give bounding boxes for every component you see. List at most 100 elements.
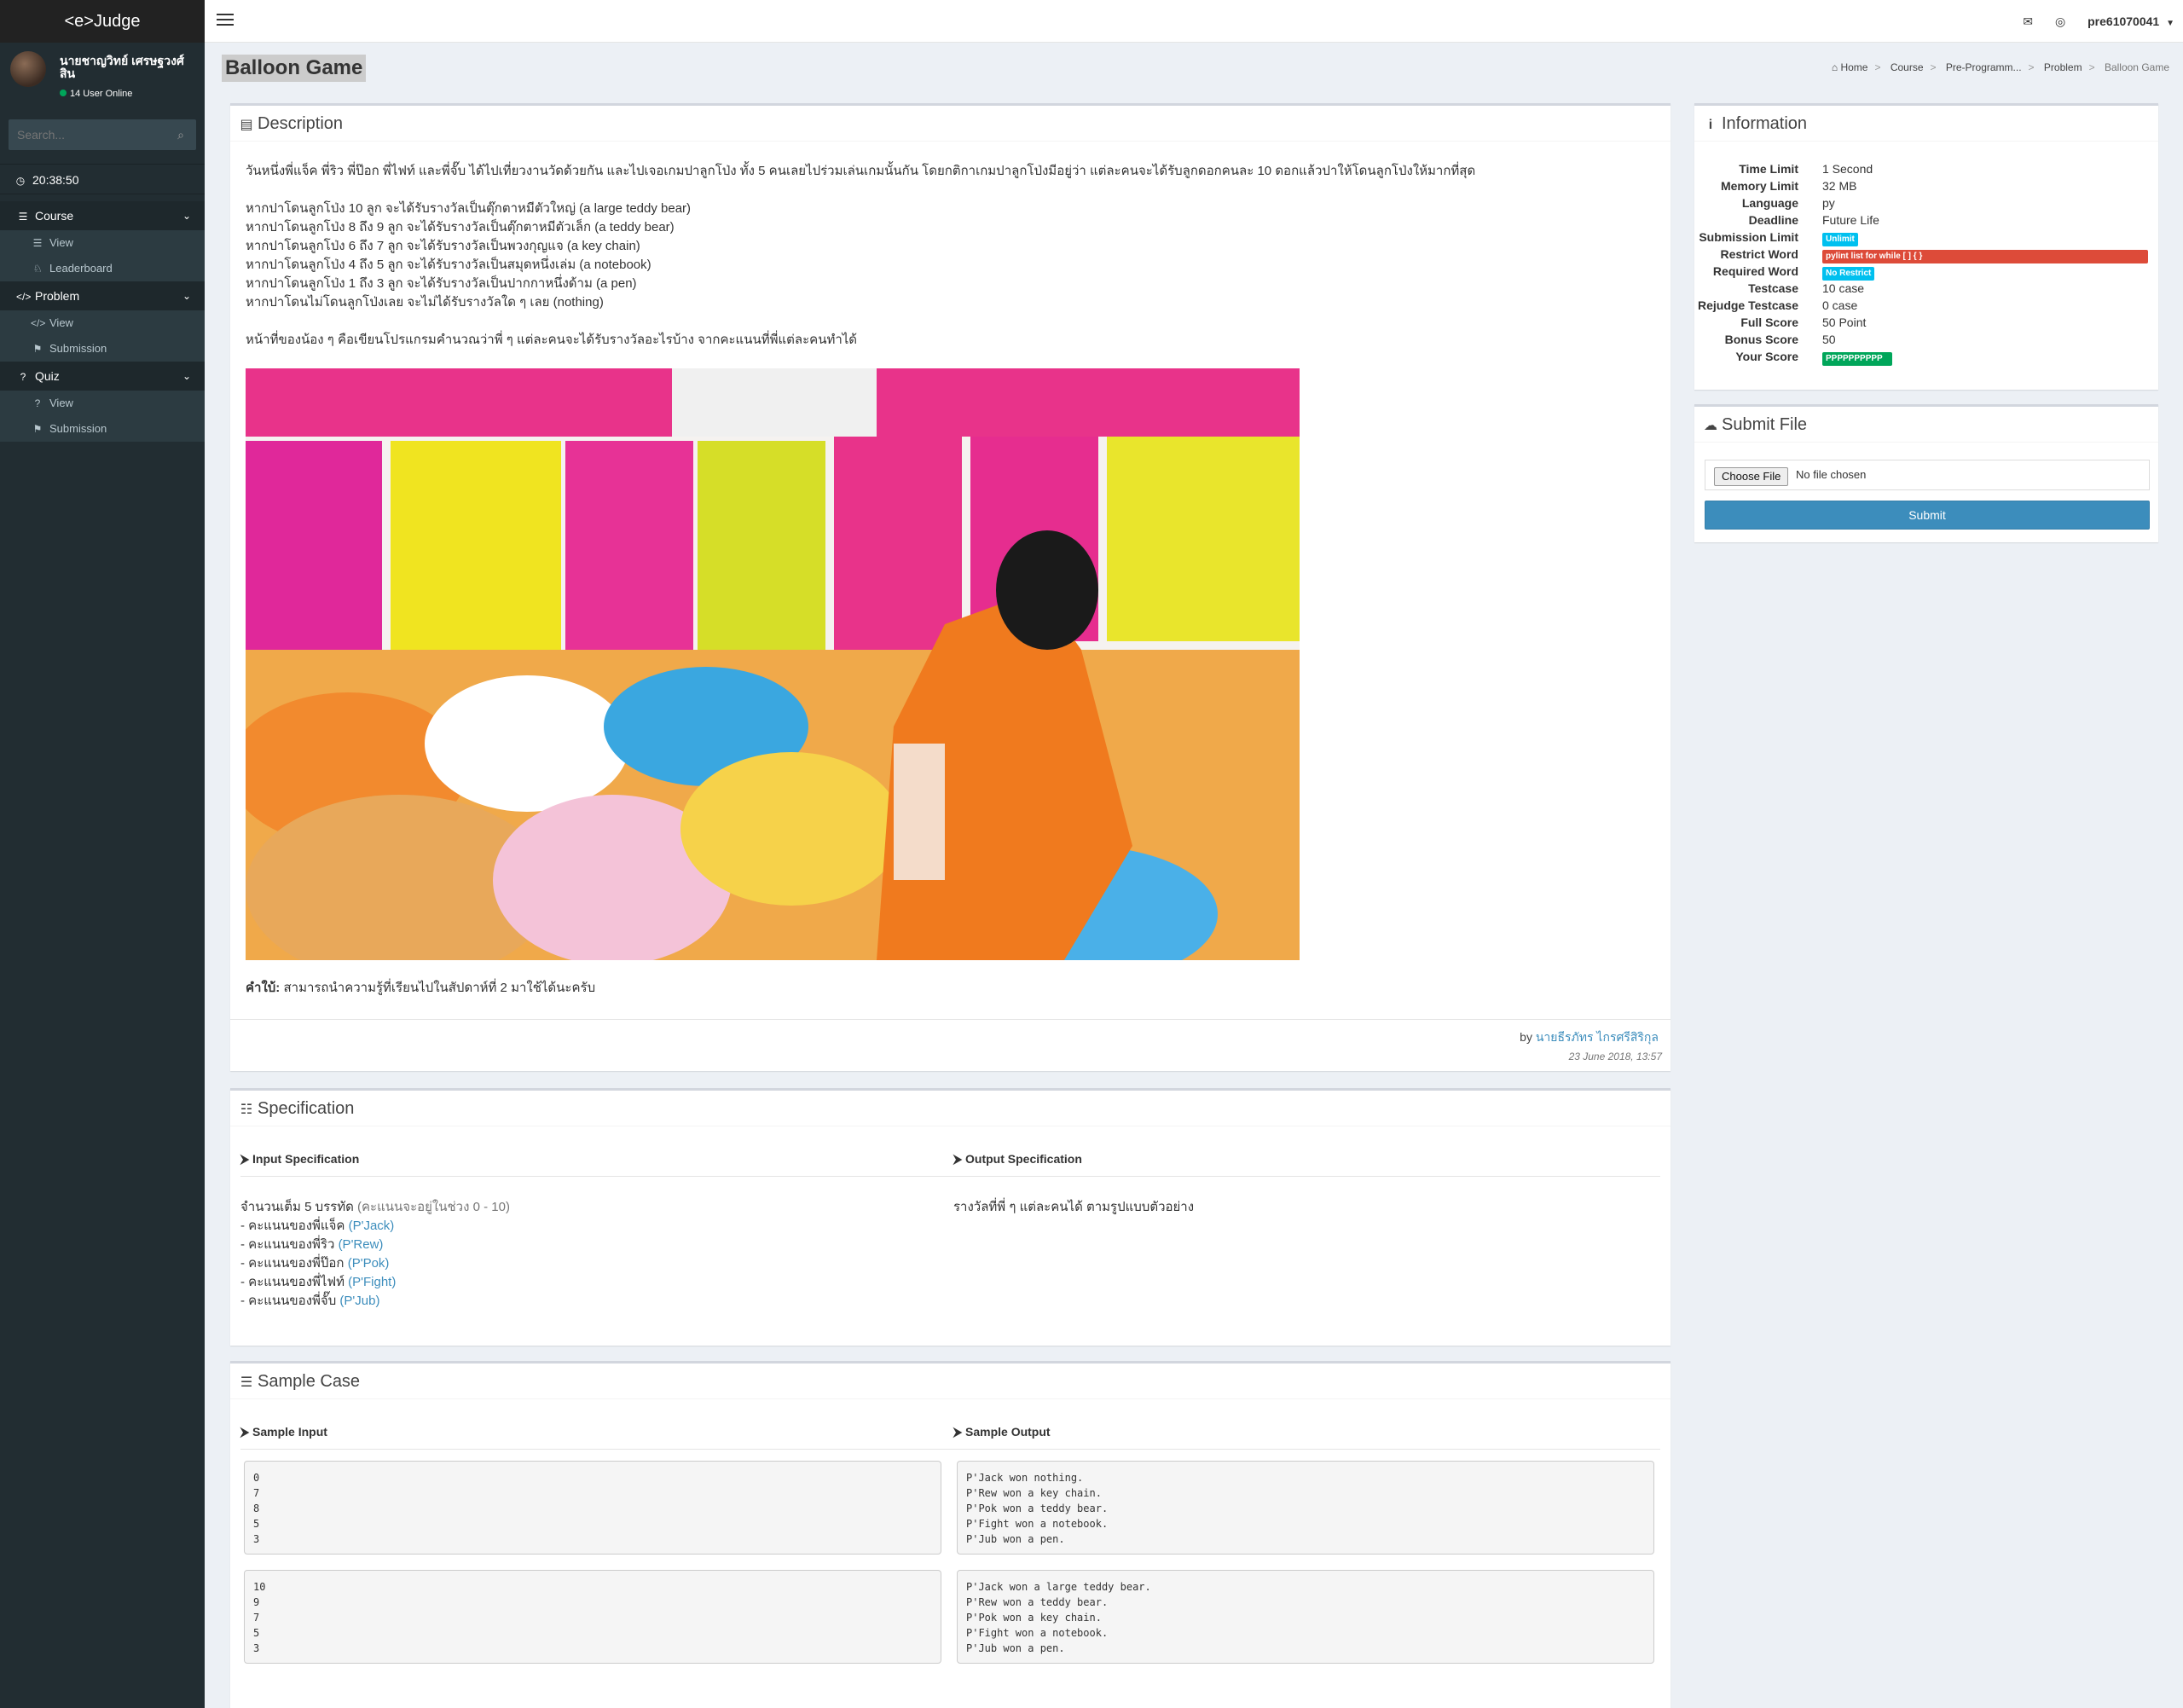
description-intro: วันหนึ่งพี่แจ็ค พี่ริว พี่ป๊อก พี่ไฟท์ แ…: [246, 164, 1476, 178]
caret-down-icon: ▼: [2166, 19, 2174, 28]
info-row-restrict-word: Restrict Word pylint list for while [ ] {…: [1694, 247, 2148, 264]
breadcrumb-pre-programming[interactable]: Pre-Programm...: [1946, 61, 2022, 73]
top-navbar: ✉ ◎ pre61070041 ▼: [205, 0, 2183, 43]
list-alt-icon: ▤: [240, 118, 253, 132]
hamburger-menu-icon[interactable]: [217, 14, 234, 29]
by-label: by: [1520, 1030, 1532, 1044]
info-value: 1 Second: [1822, 162, 1873, 176]
rules-list: หากปาโดนลูกโป่ง 10 ลูก จะได้รับรางวัลเป็…: [246, 200, 1655, 312]
code-icon: </>: [16, 291, 32, 303]
required-word-badge: No Restrict: [1822, 267, 1875, 281]
breadcrumb-problem[interactable]: Problem: [2044, 61, 2082, 73]
sample-output-1[interactable]: P'Jack won nothing. P'Rew won a key chai…: [957, 1461, 1654, 1555]
online-count: 14 User Online: [70, 89, 133, 99]
post-date: 23 June 2018, 13:57: [1568, 1051, 1662, 1062]
submit-file-header: ☁ Submit File: [1694, 407, 2158, 443]
info-row-memory-limit: Memory Limit 32 MB: [1694, 179, 2138, 196]
output-spec-label: Output Specification: [965, 1152, 1082, 1166]
user-menu[interactable]: pre61070041 ▼: [2087, 14, 2174, 28]
menu-problem[interactable]: </> Problem ⌄: [0, 281, 205, 310]
list-ol-icon: ☰: [240, 1375, 253, 1390]
input-item: - คะแนนของพี่จั๊บ: [240, 1294, 337, 1308]
input-item-name: (P'Jub): [339, 1294, 380, 1308]
specification-box: ☷ Specification ⮞ Input Specification ⮞ O…: [230, 1088, 1671, 1346]
submit-button[interactable]: Submit: [1705, 501, 2150, 530]
description-box: ▤ Description วันหนึ่งพี่แจ็ค พี่ริว พี่ป…: [230, 103, 1671, 1071]
info-icon: i: [1708, 118, 1713, 132]
course-icon: ☰: [18, 211, 28, 223]
sample-input-2[interactable]: 10 9 7 5 3: [244, 1570, 941, 1664]
info-value: 50: [1822, 333, 1836, 346]
menu-item-label: Leaderboard: [49, 262, 113, 275]
app-logo[interactable]: <e>Judge: [0, 0, 205, 43]
info-value: 50 Point: [1822, 316, 1867, 329]
info-row-testcase: Testcase 10 case: [1694, 281, 2138, 298]
online-status: 14 User Online: [60, 89, 132, 99]
menu-quiz-view[interactable]: ? View: [0, 391, 205, 416]
sample-output-2[interactable]: P'Jack won a large teddy bear. P'Rew won…: [957, 1570, 1654, 1664]
flag-icon: ⚑: [32, 423, 43, 435]
description-title: Description: [258, 114, 344, 133]
info-row-language: Language py: [1694, 196, 2138, 213]
input-spec-text: จำนวนเต็ม 5 บรรทัด (คะแนนจะอยู่ในช่วง 0 …: [240, 1198, 923, 1311]
search-input[interactable]: [9, 119, 164, 150]
globe-icon[interactable]: ◎: [2055, 14, 2065, 28]
sample-output-heading: ⮞ Sample Output: [953, 1425, 1051, 1439]
output-spec-text: รางวัลที่พี่ ๆ แต่ละคนได้ ตามรูปแบบตัวอย…: [953, 1200, 1195, 1214]
file-input[interactable]: Choose File No file chosen: [1705, 460, 2150, 490]
description-header: ▤ Description: [230, 106, 1671, 142]
menu-item-label: View: [49, 397, 73, 409]
info-key: Memory Limit: [1720, 179, 1798, 193]
page-title: Balloon Game: [222, 55, 367, 82]
description-divider: [230, 1019, 1671, 1020]
sample-input-label: Sample Input: [252, 1425, 327, 1439]
author-link[interactable]: นายธีรภัทร ไกรศรีสิริกุล: [1536, 1030, 1659, 1044]
sample-input-1[interactable]: 0 7 8 5 3: [244, 1461, 941, 1555]
sign-in-icon: ⮞: [240, 1425, 253, 1439]
info-key: Required Word: [1712, 264, 1798, 278]
input-range: (คะแนนจะอยู่ในช่วง 0 - 10): [357, 1200, 510, 1214]
info-row-deadline: Deadline Future Life: [1694, 213, 2138, 230]
output-spec-heading: ⮞ Output Specification: [953, 1152, 1082, 1167]
sidebar-search: ⌕: [9, 119, 196, 150]
list-icon: ☰: [32, 237, 43, 249]
menu-course[interactable]: ☰ Course ⌄: [0, 201, 205, 230]
menu-quiz[interactable]: ? Quiz ⌄: [0, 362, 205, 391]
info-value: 0 case: [1822, 298, 1858, 312]
info-key: Time Limit: [1739, 162, 1798, 176]
input-spec-line: จำนวนเต็ม 5 บรรทัด: [240, 1200, 354, 1214]
sidebar-menu: ☰ Course ⌄ ☰ View ♘ Leaderboard </> Problem ⌄ …: [0, 201, 205, 442]
menu-course-view[interactable]: ☰ View: [0, 230, 205, 256]
menu-problem-view[interactable]: </> View: [0, 310, 205, 336]
info-value: Future Life: [1822, 213, 1879, 227]
info-key: Deadline: [1748, 213, 1798, 227]
info-key: Restrict Word: [1720, 247, 1798, 261]
input-spec-label: Input Specification: [252, 1152, 360, 1166]
sample-case-title: Sample Case: [258, 1372, 361, 1391]
menu-course-submenu: ☰ View ♘ Leaderboard: [0, 230, 205, 281]
sample-case-header: ☰ Sample Case: [230, 1364, 1671, 1399]
breadcrumb-home[interactable]: Home: [1840, 61, 1867, 73]
menu-item-label: View: [49, 316, 73, 329]
input-item-name: (P'Rew): [338, 1237, 384, 1252]
envelope-icon[interactable]: ✉: [2023, 14, 2033, 28]
menu-course-leaderboard[interactable]: ♘ Leaderboard: [0, 256, 205, 281]
rule-item: หากปาโดนไม่โดนลูกโป่งเลย จะไม่ได้รับรางว…: [246, 295, 604, 310]
search-icon[interactable]: ⌕: [165, 119, 196, 150]
breadcrumb-course[interactable]: Course: [1891, 61, 1924, 73]
your-score-badge: PPPPPPPPPP: [1822, 352, 1892, 366]
input-item-name: (P'Fight): [348, 1275, 397, 1289]
info-key: Testcase: [1748, 281, 1798, 295]
info-key: Full Score: [1740, 316, 1798, 329]
restrict-word-badge: pylint list for while [ ] { }: [1822, 250, 2148, 263]
choose-file-button[interactable]: Choose File: [1714, 467, 1789, 486]
menu-problem-submission[interactable]: ⚑ Submission: [0, 336, 205, 362]
information-title: Information: [1722, 114, 1808, 133]
input-spec-heading: ⮞ Input Specification: [240, 1152, 359, 1167]
online-dot-icon: [60, 90, 67, 96]
input-item: - คะแนนของพี่ริว: [240, 1237, 335, 1252]
navbar-username: pre61070041: [2087, 14, 2160, 28]
menu-quiz-submission[interactable]: ⚑ Submission: [0, 416, 205, 442]
info-row-submission-limit: Submission Limit Unlimit: [1694, 230, 2138, 247]
chevron-down-icon: ⌄: [182, 290, 191, 302]
